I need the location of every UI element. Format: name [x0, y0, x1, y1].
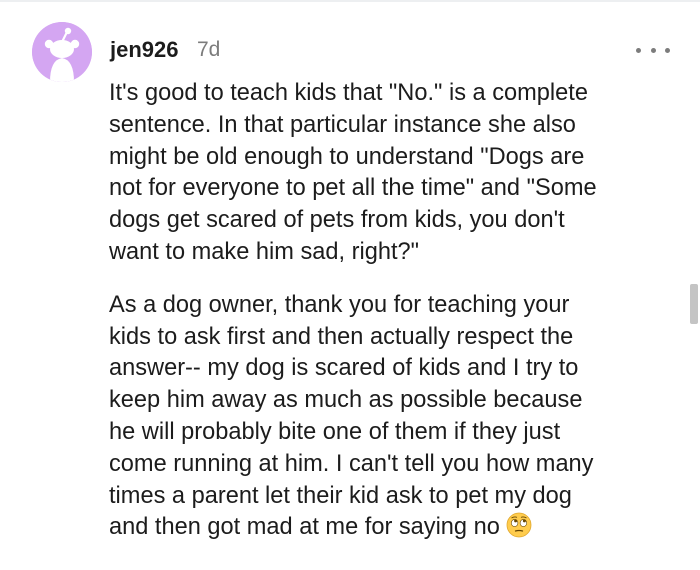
- snoo-avatar-icon: [32, 22, 92, 82]
- comment-line: sentence. In that particular instance sh…: [109, 111, 576, 138]
- comment-paragraph: As a dog owner, thank you for teaching y…: [109, 290, 679, 548]
- comment-line: kids to ask first and then actually resp…: [109, 323, 574, 350]
- comment-line: might be old enough to understand "Dogs …: [109, 143, 585, 170]
- comment-line-text: and then got mad at me for saying no: [109, 514, 500, 541]
- more-horizontal-icon-dot: [665, 47, 670, 53]
- comment-paragraph: It's good to teach kids that "No." is a …: [109, 78, 679, 269]
- more-horizontal-icon: [636, 47, 641, 53]
- comment-line: want to make him sad, right?": [109, 238, 419, 265]
- comment-line: not for everyone to pet all the time" an…: [109, 175, 597, 202]
- comment-body: It's good to teach kids that "No." is a …: [109, 78, 679, 548]
- comment-last-line: and then got mad at me for saying no: [109, 512, 679, 548]
- comment-age: 7d: [197, 38, 221, 61]
- comment-line: keep him away as much as possible becaus…: [109, 387, 583, 414]
- more-horizontal-icon-dot: [650, 47, 656, 53]
- top-divider: [0, 0, 700, 2]
- comment-line: As a dog owner, thank you for teaching y…: [109, 291, 570, 318]
- comment-line: times a parent let their kid ask to pet …: [109, 482, 572, 509]
- comment-line: come running at him. I can't tell you ho…: [109, 450, 594, 477]
- face-with-rolling-eyes-icon: [506, 512, 532, 548]
- comment-line: he will probably bite one of them if the…: [109, 418, 561, 445]
- username[interactable]: jen926: [110, 36, 179, 64]
- more-options-button[interactable]: [636, 40, 670, 60]
- scrollbar-thumb[interactable]: [690, 284, 698, 324]
- avatar[interactable]: [32, 22, 92, 82]
- comment-line: It's good to teach kids that "No." is a …: [109, 80, 588, 106]
- comment-line: dogs get scared of pets from kids, you d…: [109, 207, 565, 234]
- comment-line: answer-- my dog is scared of kids and I …: [109, 355, 579, 382]
